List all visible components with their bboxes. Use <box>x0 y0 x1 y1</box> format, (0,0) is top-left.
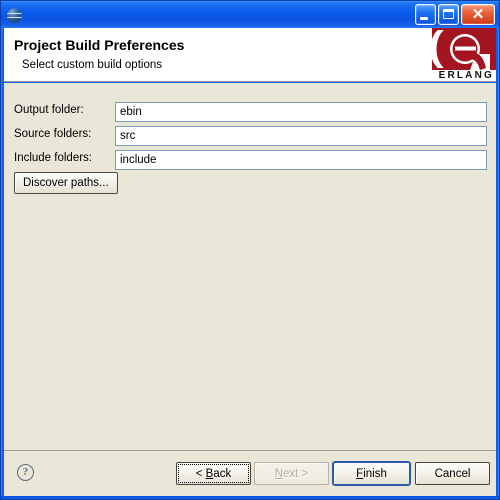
include-folders-input[interactable] <box>115 150 487 170</box>
back-button[interactable]: < Back <box>176 462 251 485</box>
source-folders-label: Source folders: <box>14 128 92 140</box>
form-row-include-folders: Include folders: <box>4 150 496 171</box>
minimize-icon[interactable] <box>415 4 436 25</box>
form-row-output-folder: Output folder: <box>4 102 496 123</box>
source-folders-input[interactable] <box>115 126 487 146</box>
output-folder-label: Output folder: <box>14 104 84 116</box>
next-button[interactable]: Next > <box>254 462 329 485</box>
page-title: Project Build Preferences <box>14 37 185 53</box>
finish-button-suffix: inish <box>363 467 387 480</box>
wizard-body: Output folder: Source folders: Include f… <box>4 83 496 450</box>
back-button-suffix: ack <box>213 467 232 480</box>
wizard-header: Project Build Preferences Select custom … <box>4 28 496 82</box>
output-folder-input[interactable] <box>115 102 487 122</box>
close-glyph: ✕ <box>471 6 485 23</box>
next-button-suffix: ext > <box>283 467 309 480</box>
form-row-source-folders: Source folders: <box>4 126 496 147</box>
erlang-wordmark: ERLANG <box>438 70 494 81</box>
next-button-mnemonic: N <box>274 467 284 480</box>
title-bar[interactable]: ✕ <box>1 1 499 28</box>
footer-bar: ? < Back Next > Finish Cancel <box>4 451 496 496</box>
erlang-logo-icon: ERLANG <box>424 28 496 81</box>
window-frame-bottom <box>1 496 499 499</box>
include-folders-label: Include folders: <box>14 152 92 164</box>
maximize-icon[interactable] <box>438 4 459 25</box>
finish-button[interactable]: Finish <box>333 462 410 485</box>
window-frame-right <box>496 28 499 499</box>
help-icon[interactable]: ? <box>17 464 34 481</box>
cancel-button[interactable]: Cancel <box>415 462 490 485</box>
discover-paths-button[interactable]: Discover paths... <box>14 172 118 194</box>
eclipse-sphere-icon[interactable] <box>6 6 24 24</box>
page-subtitle: Select custom build options <box>22 59 162 71</box>
close-icon[interactable]: ✕ <box>461 4 495 25</box>
dialog-window: ✕ Project Build Preferences Select custo… <box>0 0 500 500</box>
cancel-button-suffix: Cancel <box>434 467 471 480</box>
back-button-prefix: < <box>195 467 206 480</box>
window-controls: ✕ <box>415 4 495 25</box>
